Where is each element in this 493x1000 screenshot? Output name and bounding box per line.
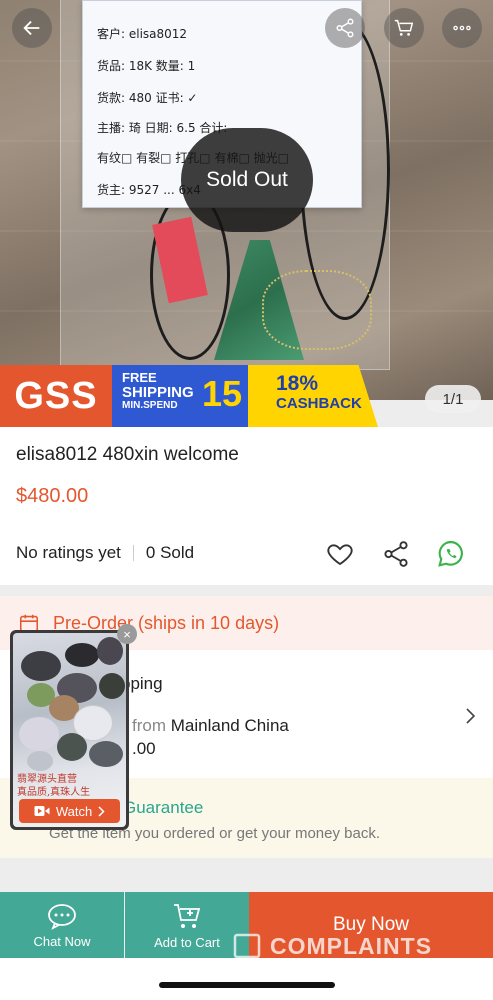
back-button[interactable]	[12, 8, 52, 48]
home-indicator[interactable]	[159, 982, 335, 988]
promo-banner[interactable]: GSS FREE SHIPPING MIN.SPEND 15 18% CASHB…	[0, 365, 378, 427]
favorite-button[interactable]	[323, 537, 357, 571]
chevron-right-icon	[98, 805, 105, 817]
gold-chain	[262, 270, 372, 350]
whatsapp-share-button[interactable]	[434, 537, 468, 571]
document-icon	[233, 933, 261, 959]
floating-video[interactable]: 翡翠源头直营 真品质,真珠人生 Watch ×	[10, 624, 137, 830]
cart-icon	[394, 19, 414, 36]
watch-button[interactable]: Watch	[19, 799, 120, 823]
shipping-origin: from Mainland China	[132, 716, 289, 735]
video-caption: 翡翠源头直营 真品质,真珠人生	[17, 774, 91, 798]
product-title: elisa8012 480xin welcome	[16, 444, 239, 465]
guarantee-title: Guarantee	[123, 798, 204, 817]
promo-brand: GSS	[0, 365, 112, 427]
heart-icon	[327, 544, 353, 566]
add-to-cart-button[interactable]: Add to Cart	[125, 892, 249, 958]
share-product-button[interactable]	[379, 537, 413, 571]
chevron-right-icon	[466, 708, 476, 724]
complaints-watermark: COMPLAINTS	[232, 932, 432, 960]
product-info: elisa8012 480xin welcome $480.00 No rati…	[0, 427, 493, 585]
product-image[interactable]: 客户: elisa8012 货品: 18K 数量: 1 货款: 480 证书: …	[0, 0, 493, 400]
share-button[interactable]	[325, 8, 365, 48]
shipping-fee: .00	[132, 739, 156, 758]
free-shipping-promo: FREE SHIPPING MIN.SPEND 15	[112, 365, 248, 427]
product-price: $480.00	[16, 485, 89, 507]
sold-count: 0 Sold	[145, 543, 195, 562]
cashback-promo: 18% CASHBACK	[248, 365, 378, 427]
home-indicator-area	[0, 958, 493, 1000]
ratings-text: No ratings yet	[16, 543, 121, 562]
video-thumbnail[interactable]: 翡翠源头直营 真品质,真珠人生 Watch	[13, 633, 126, 827]
arrow-left-icon	[23, 20, 40, 36]
chat-now-button[interactable]: Chat Now	[0, 892, 124, 958]
add-to-cart-icon	[174, 903, 201, 928]
product-stats: No ratings yet 0 Sold	[16, 543, 194, 563]
image-counter: 1/1	[425, 385, 481, 413]
chat-icon	[48, 903, 76, 930]
share-icon	[384, 541, 408, 567]
more-icon	[453, 25, 471, 31]
divider	[132, 545, 134, 561]
sold-out-badge: Sold Out	[181, 128, 313, 232]
close-video-button[interactable]: ×	[117, 624, 137, 644]
more-button[interactable]	[442, 8, 482, 48]
min-spend-amount: 15	[201, 373, 242, 414]
video-camera-icon	[34, 806, 50, 816]
whatsapp-icon	[438, 540, 463, 567]
cart-button[interactable]	[384, 8, 424, 48]
share-icon	[336, 18, 354, 38]
